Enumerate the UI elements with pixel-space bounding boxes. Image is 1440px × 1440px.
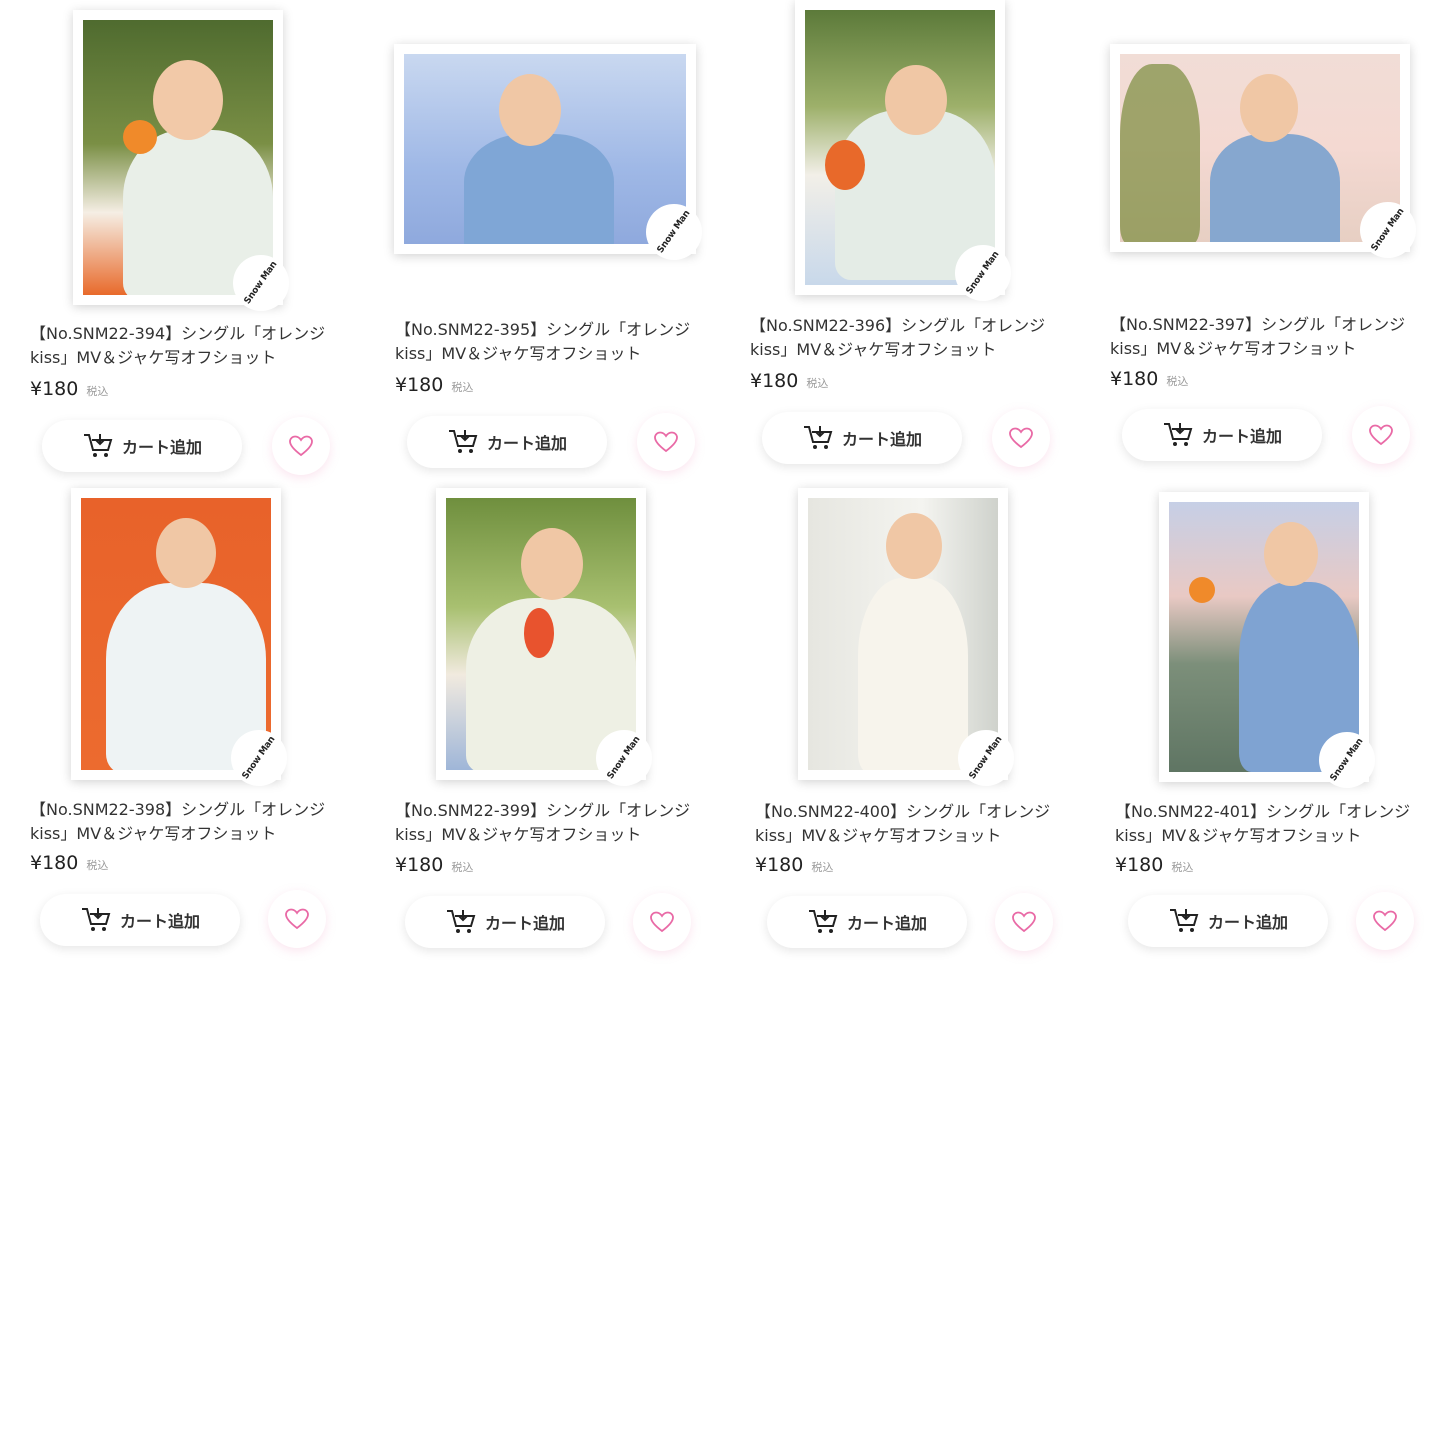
product-photo[interactable]: Snow Man [1159, 492, 1386, 799]
favorite-button[interactable] [992, 409, 1050, 467]
product-price: ¥180 [30, 852, 79, 874]
favorite-button[interactable] [1356, 892, 1414, 950]
product-card[interactable]: Snow Man 【No.SNM22-395】シングル「オレンジkiss」MV＆… [365, 0, 713, 471]
cart-add-icon [448, 430, 478, 453]
product-card[interactable]: Snow Man 【No.SNM22-397】シングル「オレンジkiss」MV＆… [1080, 0, 1427, 470]
product-photo[interactable]: Snow Man [795, 0, 1022, 312]
price-row: ¥180 税込 [750, 370, 828, 392]
cart-button-label: カート追加 [486, 434, 567, 453]
product-title[interactable]: 【No.SNM22-396】シングル「オレンジkiss」MV＆ジャケ写オフショッ… [750, 314, 1050, 362]
price-row: ¥180 税込 [395, 854, 473, 876]
product-price: ¥180 [755, 854, 804, 876]
product-price: ¥180 [750, 370, 799, 392]
cart-button-label: カート追加 [121, 438, 202, 457]
price-row: ¥180 税込 [755, 854, 833, 876]
tax-label: 税込 [1171, 861, 1194, 874]
favorite-button[interactable] [637, 413, 695, 471]
heart-icon [1369, 424, 1393, 446]
favorite-button[interactable] [995, 893, 1053, 951]
add-to-cart-button[interactable]: カート追加 [407, 416, 607, 468]
tax-label: 税込 [811, 861, 834, 874]
heart-icon [1012, 911, 1036, 933]
heart-icon [1373, 910, 1397, 932]
favorite-button[interactable] [272, 417, 330, 475]
product-title[interactable]: 【No.SNM22-399】シングル「オレンジkiss」MV＆ジャケ写オフショッ… [395, 799, 695, 847]
cart-add-icon [83, 434, 113, 457]
cart-add-icon [1169, 909, 1199, 932]
product-photo[interactable]: Snow Man [71, 488, 298, 797]
product-price: ¥180 [30, 378, 79, 400]
price-row: ¥180 税込 [30, 378, 108, 400]
product-title[interactable]: 【No.SNM22-398】シングル「オレンジkiss」MV＆ジャケ写オフショッ… [30, 798, 330, 846]
product-photo[interactable]: Snow Man [1110, 44, 1427, 269]
cart-add-icon [1163, 423, 1193, 446]
cart-button-label: カート追加 [1207, 913, 1288, 932]
product-card[interactable]: Snow Man 【No.SNM22-399】シングル「オレンジkiss」MV＆… [365, 488, 695, 958]
product-title[interactable]: 【No.SNM22-395】シングル「オレンジkiss」MV＆ジャケ写オフショッ… [395, 318, 695, 366]
add-to-cart-button[interactable]: カート追加 [405, 896, 605, 948]
product-price: ¥180 [1115, 854, 1164, 876]
product-title[interactable]: 【No.SNM22-400】シングル「オレンジkiss」MV＆ジャケ写オフショッ… [755, 800, 1055, 848]
price-row: ¥180 税込 [1115, 854, 1193, 876]
heart-icon [650, 911, 674, 933]
heart-icon [289, 435, 313, 457]
product-card[interactable]: Snow Man 【No.SNM22-400】シングル「オレンジkiss」MV＆… [725, 488, 1055, 958]
favorite-button[interactable] [268, 890, 326, 948]
product-photo[interactable]: Snow Man [436, 488, 663, 797]
product-title[interactable]: 【No.SNM22-401】シングル「オレンジkiss」MV＆ジャケ写オフショッ… [1115, 800, 1415, 848]
tax-label: 税込 [451, 381, 474, 394]
price-row: ¥180 税込 [395, 374, 473, 396]
cart-button-label: カート追加 [846, 914, 927, 933]
add-to-cart-button[interactable]: カート追加 [1122, 409, 1322, 461]
favorite-button[interactable] [1352, 406, 1410, 464]
tax-label: 税込 [451, 861, 474, 874]
tax-label: 税込 [806, 377, 829, 390]
add-to-cart-button[interactable]: カート追加 [762, 412, 962, 464]
cart-add-icon [81, 908, 111, 931]
add-to-cart-button[interactable]: カート追加 [1128, 895, 1328, 947]
heart-icon [654, 431, 678, 453]
product-price: ¥180 [1110, 368, 1159, 390]
cart-button-label: カート追加 [119, 912, 200, 931]
tax-label: 税込 [86, 385, 109, 398]
cart-add-icon [446, 910, 476, 933]
product-card[interactable]: Snow Man 【No.SNM22-398】シングル「オレンジkiss」MV＆… [0, 488, 330, 958]
product-price: ¥180 [395, 854, 444, 876]
cart-add-icon [808, 910, 838, 933]
cart-button-label: カート追加 [841, 430, 922, 449]
price-row: ¥180 税込 [1110, 368, 1188, 390]
product-price: ¥180 [395, 374, 444, 396]
tax-label: 税込 [1166, 375, 1189, 388]
product-card[interactable]: Snow Man 【No.SNM22-401】シングル「オレンジkiss」MV＆… [1085, 488, 1415, 958]
heart-icon [285, 908, 309, 930]
cart-button-label: カート追加 [1201, 427, 1282, 446]
product-photo[interactable]: Snow Man [73, 10, 300, 322]
product-photo[interactable]: Snow Man [798, 488, 1025, 797]
tax-label: 税込 [86, 859, 109, 872]
price-row: ¥180 税込 [30, 852, 108, 874]
add-to-cart-button[interactable]: カート追加 [42, 420, 242, 472]
product-title[interactable]: 【No.SNM22-394】シングル「オレンジkiss」MV＆ジャケ写オフショッ… [30, 322, 330, 370]
cart-add-icon [803, 426, 833, 449]
product-card[interactable]: Snow Man 【No.SNM22-396】シングル「オレンジkiss」MV＆… [720, 0, 1050, 470]
add-to-cart-button[interactable]: カート追加 [767, 896, 967, 948]
heart-icon [1009, 427, 1033, 449]
product-card[interactable]: Snow Man 【No.SNM22-394】シングル「オレンジkiss」MV＆… [0, 0, 330, 475]
favorite-button[interactable] [633, 893, 691, 951]
cart-button-label: カート追加 [484, 914, 565, 933]
product-title[interactable]: 【No.SNM22-397】シングル「オレンジkiss」MV＆ジャケ写オフショッ… [1110, 313, 1410, 361]
product-photo[interactable]: Snow Man [394, 44, 713, 271]
add-to-cart-button[interactable]: カート追加 [40, 894, 240, 946]
